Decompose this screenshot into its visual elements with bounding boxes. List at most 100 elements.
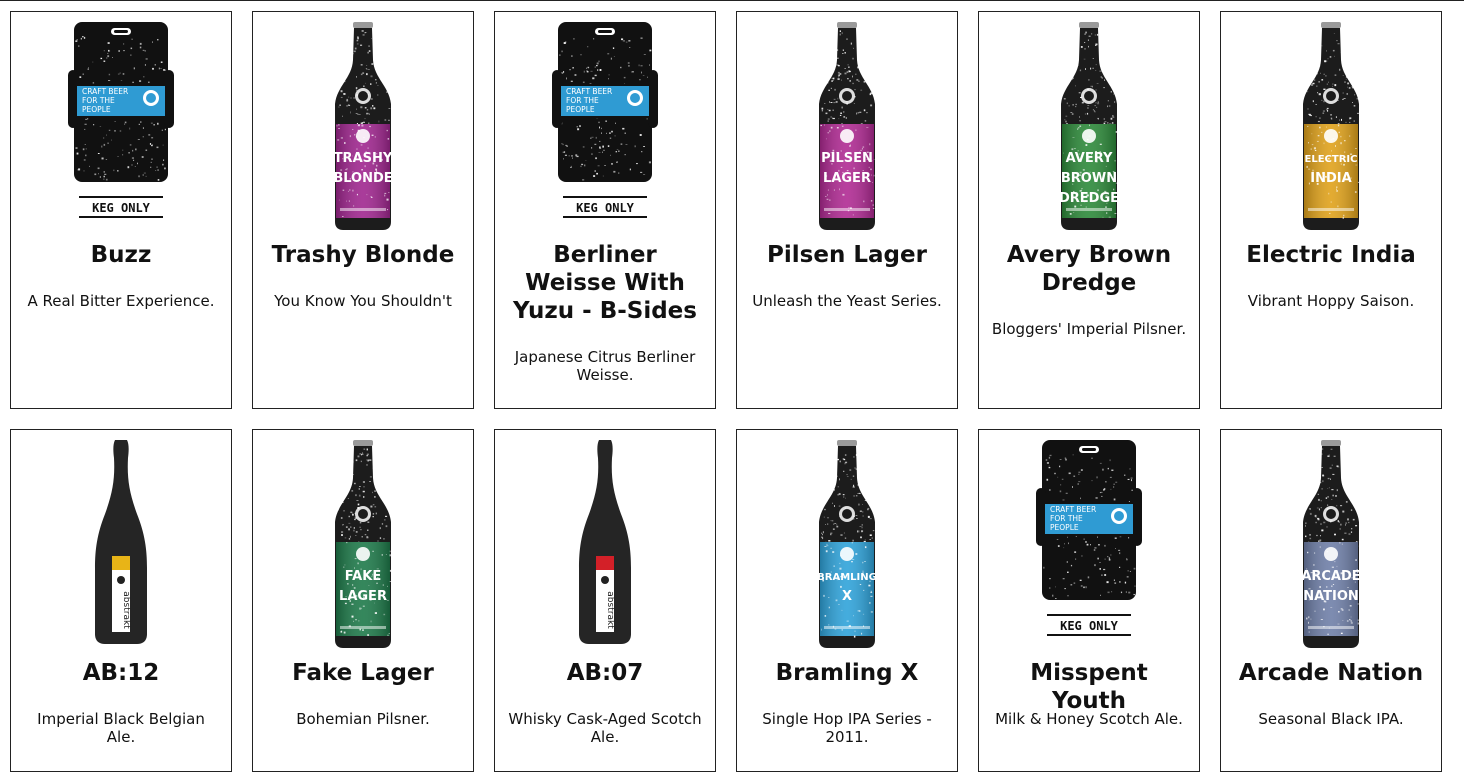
label-word: NATION [1303,589,1359,604]
beer-tagline: Bohemian Pilsner. [296,710,430,728]
bottle-label: TRASHY BLONDE [333,124,393,218]
beer-card[interactable]: CRAFT BEER FOR THE PEOPLE KEG ONLY Misspent … [978,429,1200,772]
keg-label: CRAFT BEERFOR THEPEOPLE [1038,502,1140,536]
beer-card[interactable]: CRAFT BEER FOR THE PEOPLE KEG ONLY Buzz A Rea… [10,11,232,409]
bottle-icon: ARCADE NATION [1301,440,1361,648]
beer-tagline: Single Hop IPA Series - 2011. [762,710,932,746]
beer-card[interactable]: BRAMLING X Bramling X Single Hop IPA Series… [736,429,958,772]
beer-tagline: Bloggers' Imperial Pilsner. [991,320,1187,338]
keg-icon: CRAFT BEERFOR THEPEOPLE KEG ONLY [552,22,658,218]
beer-name[interactable]: Arcade Nation [1235,659,1427,687]
beer-name[interactable]: Electric India [1235,241,1427,269]
keg-label: CRAFT BEERFOR THEPEOPLE [70,84,172,118]
beer-image[interactable]: ARCADE NATION [1221,438,1441,648]
beer-image[interactable]: abstrakt [11,438,231,644]
beer-name[interactable]: Avery Brown Dredge [993,241,1185,297]
label-word: PILSEN [821,151,873,166]
keg-label-text: CRAFT BEER [566,87,612,96]
keg-label-text: PEOPLE [82,105,111,114]
beer-name[interactable]: Trashy Blonde [267,241,459,269]
beer-name[interactable]: AB:07 [509,659,701,687]
label-word: FAKE [345,569,381,584]
keg-label-text: FOR THE [82,96,115,105]
keg-only-label: KEG ONLY [576,201,635,215]
label-word: LAGER [823,171,871,186]
beer-card[interactable]: abstrakt AB:12 Imperial Black Belgian Ale. [10,429,232,772]
keg-label-text: CRAFT BEER [1050,505,1096,514]
bottle-label: FAKE LAGER [336,542,393,636]
label-word: DREDGE [1059,191,1119,206]
label-word: TRASHY [334,151,393,166]
beer-image[interactable]: BRAMLING X [737,438,957,648]
bottle-icon: FAKE LAGER [335,440,393,648]
bottle-label: PILSEN LAGER [820,124,875,218]
label-word: BROWN [1061,171,1117,186]
beer-card[interactable]: abstrakt AB:07 Whisky Cask-Aged Scotch Ale… [494,429,716,772]
keg-label-text: PEOPLE [566,105,595,114]
top-divider [0,0,1464,1]
beer-name[interactable]: Misspent Youth [993,659,1185,715]
beer-tagline: Milk & Honey Scotch Ale. [995,710,1183,728]
bottle-icon: TRASHY BLONDE [333,22,393,230]
keg-label-text: PEOPLE [1050,523,1079,532]
label-word: INDIA [1310,171,1351,186]
keg-label: CRAFT BEERFOR THEPEOPLE [554,84,656,118]
label-word: BLONDE [333,171,392,186]
beer-tagline: Japanese Citrus Berliner Weisse. [514,348,696,384]
keg-label-text: CRAFT BEER [82,87,128,96]
bottle-icon: PILSEN LAGER [819,22,875,230]
keg-label-text: FOR THE [566,96,599,105]
champagne-bottle-icon: abstrakt [579,440,631,644]
champagne-label-text: abstrakt [605,591,615,629]
beer-card[interactable]: TRASHY BLONDE Trashy Blonde You Know You Sh… [252,11,474,409]
beer-tagline: Whisky Cask-Aged Scotch Ale. [508,710,702,746]
beer-name[interactable]: AB:12 [25,659,217,687]
champagne-label-text: abstrakt [121,591,131,629]
beer-name[interactable]: Berliner Weisse With Yuzu - B-Sides [509,241,701,325]
label-word: ELECTRIC [1305,154,1358,165]
beer-card[interactable]: CRAFT BEER FOR THE PEOPLE KEG ONLY Berliner … [494,11,716,409]
bottle-label: BRAMLING X [817,542,877,638]
beer-tagline: Unleash the Yeast Series. [752,292,942,310]
bottle-icon: AVERY BROWN DREDGE [1059,22,1119,230]
beer-card[interactable]: PILSEN LAGER Pilsen Lager Unleash the Yeast… [736,11,958,409]
beer-tagline: You Know You Shouldn't [274,292,452,310]
bottle-label: AVERY BROWN DREDGE [1059,124,1119,218]
beer-name[interactable]: Fake Lager [267,659,459,687]
beer-image[interactable]: CRAFT BEER FOR THE PEOPLE KEG ONLY [11,20,231,224]
beer-grid: CRAFT BEER FOR THE PEOPLE KEG ONLY Buzz A Rea… [10,11,1442,772]
beer-tagline: Seasonal Black IPA. [1258,710,1404,728]
beer-image[interactable]: CRAFT BEER FOR THE PEOPLE KEG ONLY [979,438,1199,642]
label-word: X [842,589,852,604]
keg-only-label: KEG ONLY [92,201,151,215]
beer-tagline: Imperial Black Belgian Ale. [37,710,205,746]
label-word: LAGER [339,589,387,604]
bottle-label: ELECTRIC INDIA [1304,124,1360,219]
keg-icon: CRAFT BEERFOR THEPEOPLE KEG ONLY [1036,440,1142,636]
champagne-bottle-icon: abstrakt [95,440,147,644]
beer-image[interactable]: CRAFT BEER FOR THE PEOPLE KEG ONLY [495,20,715,224]
beer-image[interactable]: PILSEN LAGER [737,20,957,230]
beer-image[interactable]: AVERY BROWN DREDGE [979,20,1199,230]
beer-tagline: A Real Bitter Experience. [27,292,215,310]
label-word: ARCADE [1301,569,1360,584]
beer-image[interactable]: abstrakt [495,438,715,644]
beer-name[interactable]: Buzz [25,241,217,269]
keg-label-text: FOR THE [1050,514,1083,523]
keg-only-label: KEG ONLY [1060,619,1119,633]
beer-name[interactable]: Bramling X [751,659,943,687]
beer-image[interactable]: TRASHY BLONDE [253,20,473,230]
bottle-icon: ELECTRIC INDIA [1303,22,1360,230]
beer-image[interactable]: ELECTRIC INDIA [1221,20,1441,230]
bottle-icon: BRAMLING X [817,440,877,648]
beer-name[interactable]: Pilsen Lager [751,241,943,269]
beer-card[interactable]: AVERY BROWN DREDGE Avery Brown Dredge Blogge… [978,11,1200,409]
beer-image[interactable]: FAKE LAGER [253,438,473,648]
beer-card[interactable]: ELECTRIC INDIA Electric India Vibrant Hoppy… [1220,11,1442,409]
beer-card[interactable]: FAKE LAGER Fake Lager Bohemian Pilsner. [252,429,474,772]
beer-tagline: Vibrant Hoppy Saison. [1247,292,1415,310]
beer-card[interactable]: ARCADE NATION Arcade Nation Seasonal Black … [1220,429,1442,772]
keg-icon: CRAFT BEERFOR THEPEOPLE KEG ONLY [68,22,174,218]
bottle-label: ARCADE NATION [1301,542,1361,636]
label-word: BRAMLING [817,572,877,583]
